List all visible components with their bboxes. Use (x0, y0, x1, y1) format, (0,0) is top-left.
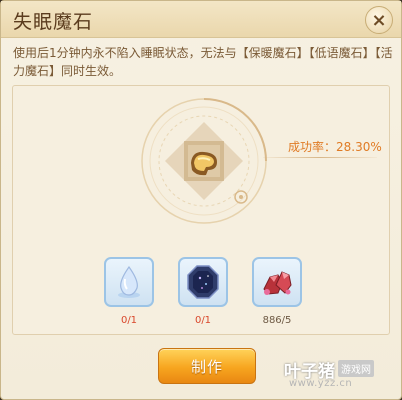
close-icon: × (371, 9, 387, 31)
water-drop-icon (118, 265, 140, 298)
material-count-1: 0/1 (120, 315, 138, 326)
product-slot[interactable] (186, 145, 222, 181)
material-slot-2[interactable] (178, 257, 228, 307)
watermark-url: www.yzz.cn (289, 378, 353, 389)
success-rate-text: 成功率：28.30% (288, 140, 382, 154)
craft-button[interactable]: 制作 (158, 348, 256, 384)
close-button[interactable]: × (365, 6, 393, 34)
success-rate-divider (263, 157, 377, 158)
dialog-title: 失眠魔石 (13, 11, 94, 33)
material-count-2: 0/1 (194, 315, 212, 326)
sleepless-stone-icon (191, 151, 217, 176)
material-count-3: 886/5 (262, 315, 292, 326)
item-description: 使用后1分钟内永不陷入睡眠状态，无法与【保暖魔石】【低语魔石】【活力魔石】同时生… (13, 46, 393, 78)
material-slot-3[interactable] (252, 257, 302, 307)
red-crystal-ore-icon (263, 271, 292, 295)
material-slot-1[interactable] (104, 257, 154, 307)
crafting-dialog: 失眠魔石 × 使用后1分钟内永不陷入睡眠状态，无法与【保暖魔石】【低语魔石】【活… (0, 0, 402, 400)
dialog-titlebar: 失眠魔石 × (1, 1, 401, 38)
watermark-tag: 游戏网 (338, 360, 374, 377)
dark-octagon-gem-icon (187, 265, 219, 299)
